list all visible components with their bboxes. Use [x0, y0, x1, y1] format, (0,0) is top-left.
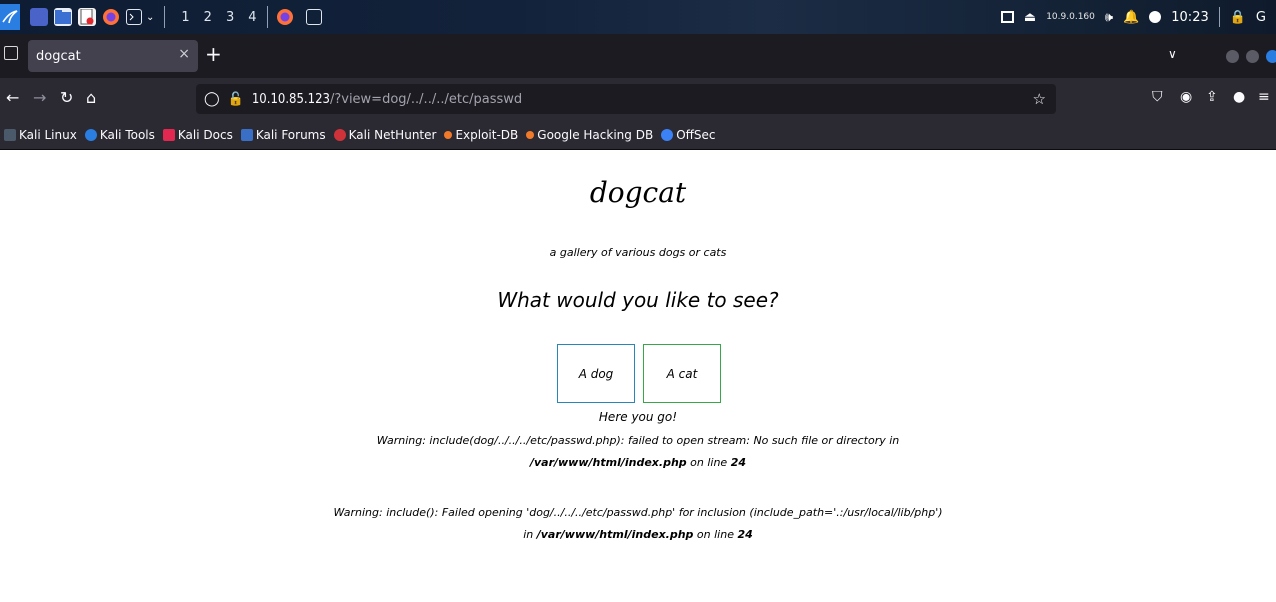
firefox-window-icon[interactable] — [276, 8, 294, 26]
warning-file: /var/www/html/index.php — [536, 528, 694, 541]
bookmark-google-hacking-db[interactable]: Google Hacking DB — [526, 128, 653, 142]
warning-on-line: on line — [686, 456, 731, 469]
warning-on-line: on line — [693, 528, 738, 541]
extension-icon[interactable]: ● — [1233, 89, 1245, 105]
kali-tools-icon — [84, 128, 97, 141]
notification-bell-icon[interactable]: 🔔 — [1123, 10, 1139, 25]
bookmark-kali-forums[interactable]: Kali Forums — [240, 127, 326, 142]
warning-text: Warning: include(dog/../../../etc/passwd… — [376, 434, 900, 447]
maximize-icon[interactable] — [1246, 50, 1259, 63]
nethunter-icon — [333, 128, 346, 141]
text-editor-icon[interactable] — [78, 8, 96, 26]
page-title: dogcat — [589, 176, 687, 209]
page-question: What would you like to see? — [497, 288, 779, 312]
kali-forums-icon — [240, 128, 253, 141]
url-path: /?view=dog/../../../etc/passwd — [329, 91, 523, 107]
clock[interactable]: 10:23 — [1171, 10, 1208, 25]
kali-docs-icon — [162, 128, 175, 141]
page-content: dogcat a gallery of various dogs or cats… — [0, 150, 1276, 602]
offsec-icon — [661, 128, 674, 141]
warning-message-1: Warning: include(dog/../../../etc/passwd… — [330, 430, 946, 474]
bookmark-label: Google Hacking DB — [537, 127, 654, 142]
file-manager-icon[interactable] — [54, 8, 72, 26]
tab-overflow-chevron-icon[interactable]: ∨ — [1168, 47, 1177, 61]
bookmark-kali-tools[interactable]: Kali Tools — [84, 127, 155, 142]
bookmark-label: Exploit-DB — [455, 127, 519, 142]
bookmark-kali-docs[interactable]: Kali Docs — [162, 127, 233, 142]
workspace-4[interactable]: 4 — [248, 10, 256, 25]
reload-icon[interactable]: ↻ — [60, 88, 73, 107]
bookmark-label: Kali Forums — [255, 127, 326, 142]
bookmark-kali-nethunter[interactable]: Kali NetHunter — [333, 127, 437, 142]
warning-line-number: 24 — [737, 528, 753, 541]
forward-icon[interactable]: → — [33, 88, 46, 107]
workspace-2[interactable]: 2 — [204, 10, 212, 25]
tab-title: dogcat — [36, 48, 81, 64]
vpn-ip: 10.9.0.160 — [1046, 12, 1095, 22]
bookmark-star-icon[interactable]: ☆ — [1033, 90, 1046, 108]
bookmark-label: Kali NetHunter — [348, 127, 437, 142]
tab-close-icon[interactable]: × — [178, 46, 190, 62]
bookmark-kali-linux[interactable]: Kali Linux — [4, 128, 77, 142]
bookmark-offsec[interactable]: OffSec — [661, 127, 716, 142]
exploit-db-icon — [444, 130, 453, 139]
bookmarks-bar: Kali Linux Kali Tools Kali Docs Kali For… — [0, 120, 1276, 150]
network-icon[interactable]: ⏏ — [1024, 10, 1036, 25]
tab-bar: dogcat × + ∨ — [0, 34, 1276, 78]
terminal-launcher-icon[interactable] — [126, 9, 142, 25]
terminal-window-icon[interactable] — [305, 9, 322, 25]
panel-separator — [266, 6, 268, 28]
close-window-icon[interactable] — [1266, 50, 1276, 63]
url-host: 10.10.85.123 — [251, 91, 330, 107]
workspace-1[interactable]: 1 — [181, 10, 189, 25]
ghdb-icon — [526, 130, 535, 139]
page-subtitle: a gallery of various dogs or cats — [549, 246, 727, 259]
pocket-icon[interactable]: ⛉ — [1152, 89, 1163, 105]
bookmark-label: OffSec — [676, 127, 716, 142]
user-menu[interactable]: G — [1256, 10, 1266, 25]
warning-file: /var/www/html/index.php — [529, 456, 687, 469]
panel-tray: ⏏ 10.9.0.160 🕪 🔔 10:23 🔒 G — [1000, 0, 1276, 34]
workspace-3[interactable]: 3 — [226, 10, 234, 25]
here-you-go-text: Here you go! — [598, 410, 678, 424]
account-icon[interactable]: ◉ — [1180, 89, 1192, 105]
show-desktop-icon[interactable] — [30, 8, 48, 26]
top-panel: ⌄ 1 2 3 4 ⏏ 10.9.0.160 🕪 🔔 10:23 🔒 G — [0, 0, 1276, 34]
bookmark-label: Kali Docs — [177, 127, 233, 142]
bookmark-label: Kali Tools — [99, 127, 155, 142]
warning-line-number: 24 — [730, 456, 747, 469]
back-icon[interactable]: ← — [6, 88, 19, 107]
nav-bar: ← → ↻ ⌂ ◯ 🔓 10.10.85.123 /?view=dog/../.… — [0, 78, 1276, 120]
url-bar[interactable]: ◯ 🔓 10.10.85.123 /?view=dog/../../../etc… — [196, 84, 1056, 114]
insecure-lock-icon[interactable]: 🔓 — [228, 92, 244, 107]
menu-icon[interactable]: ≡ — [1258, 89, 1270, 105]
lock-icon[interactable]: 🔒 — [1230, 10, 1246, 25]
dog-button[interactable]: A dog — [557, 344, 635, 403]
kali-dragon-icon — [4, 128, 16, 141]
clock-icon — [1149, 11, 1162, 23]
bookmark-label: Kali Linux — [19, 127, 77, 142]
warning-message-2: Warning: include(): Failed opening 'dog/… — [330, 502, 946, 546]
panel-separator — [1218, 7, 1220, 27]
home-icon[interactable]: ⌂ — [86, 88, 96, 107]
tab-dogcat[interactable]: dogcat × — [28, 40, 198, 72]
window-icon[interactable] — [1000, 11, 1014, 23]
panel-separator — [164, 6, 166, 28]
firefox-launcher-icon[interactable] — [102, 8, 120, 26]
kali-menu-icon[interactable] — [0, 4, 20, 30]
tracking-shield-icon[interactable]: ◯ — [204, 91, 220, 107]
bookmark-exploit-db[interactable]: Exploit-DB — [444, 128, 518, 142]
share-icon[interactable]: ⇪ — [1206, 89, 1218, 105]
tab-list-icon[interactable] — [4, 46, 18, 60]
cat-button[interactable]: A cat — [643, 344, 721, 403]
minimize-icon[interactable] — [1226, 50, 1239, 63]
new-tab-button[interactable]: + — [205, 44, 222, 64]
chevron-down-icon[interactable]: ⌄ — [146, 12, 154, 23]
volume-icon[interactable]: 🕪 — [1105, 10, 1113, 25]
